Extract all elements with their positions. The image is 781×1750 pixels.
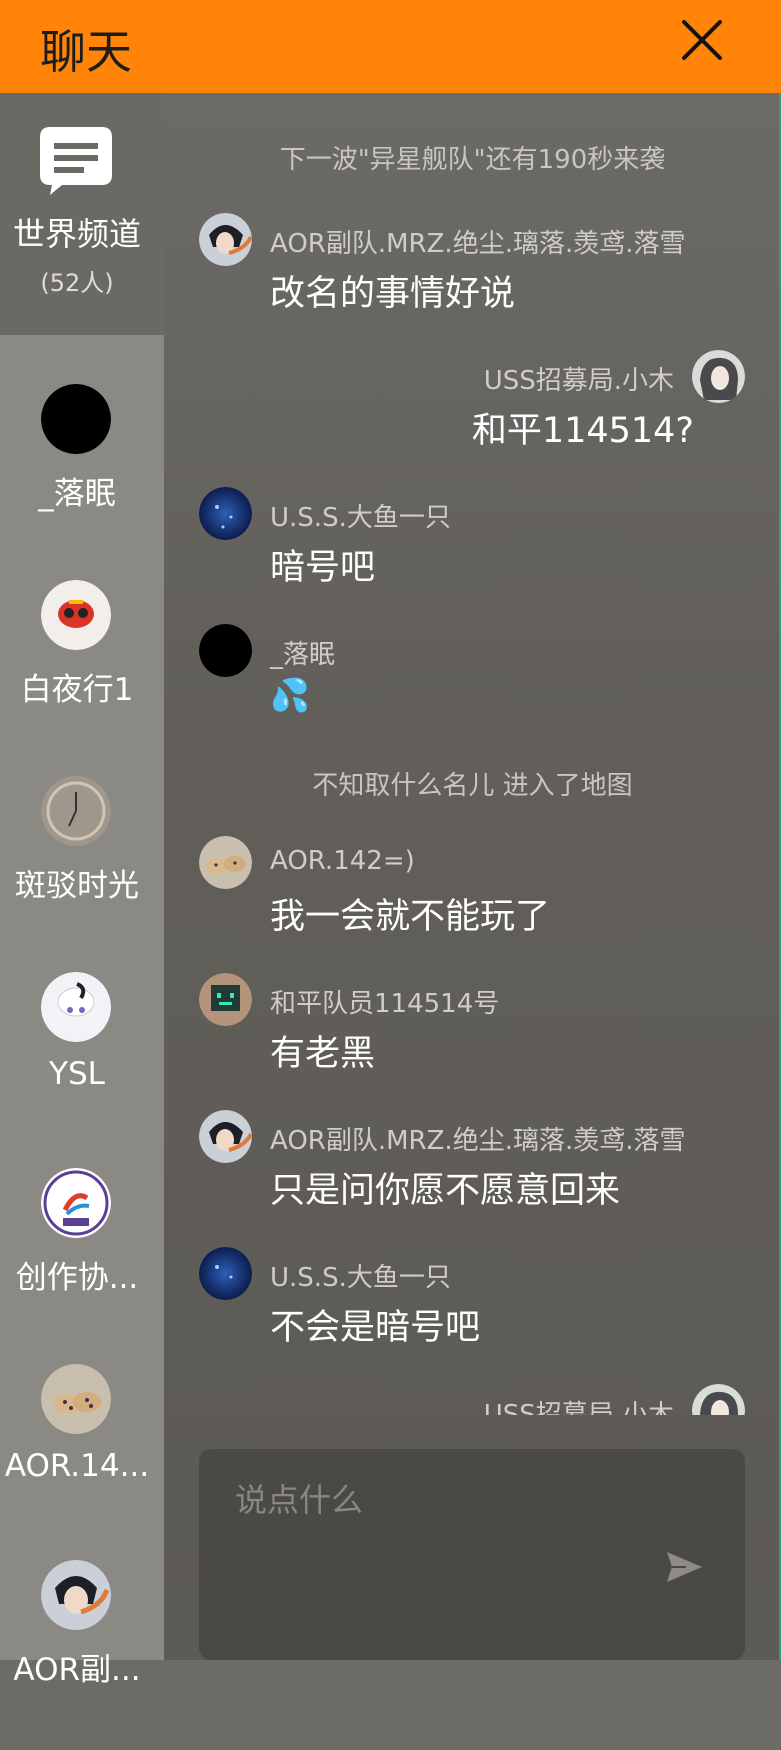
message-sender: AOR副队.MRZ.绝尘.璃落.羡鸢.落雪 <box>270 1126 686 1156</box>
message-text: 有老黑 <box>270 1034 376 1074</box>
avatar <box>41 1364 111 1434</box>
message-sender: USS招募局.小木 <box>483 366 674 396</box>
message-item: AOR副队.MRZ.绝尘.璃落.羡鸢.落雪 只是问你愿不愿意回来 <box>164 1110 781 1230</box>
contact-name: 创作协... <box>15 1260 139 1296</box>
message-text: 我一会就不能玩了 <box>270 897 551 937</box>
contact-item[interactable]: AOR副... <box>0 1560 154 1750</box>
avatar <box>41 384 111 454</box>
contact-name: YSL <box>49 1056 105 1092</box>
contact-item[interactable]: 斑驳时光 <box>0 776 154 966</box>
world-channel-label: 世界频道 <box>12 215 141 253</box>
avatar <box>41 1168 111 1238</box>
message-text: 和平114514? <box>471 411 694 451</box>
avatar[interactable] <box>199 213 252 266</box>
message-text: 改名的事情好说 <box>270 274 516 314</box>
channel-sidebar: 世界频道 (52人) _落眠 白夜行1 斑驳时光 YSL 创作协... AOR.… <box>0 93 164 1688</box>
avatar[interactable] <box>199 1110 252 1163</box>
message-item: U.S.S.大鱼一只 暗号吧 <box>164 487 781 607</box>
avatar[interactable] <box>199 1247 252 1300</box>
contact-name: 斑驳时光 <box>15 868 139 904</box>
chat-panel: 下一波"异星舰队"还有190秒来袭 AOR副队.MRZ.绝尘.璃落.羡鸢.落雪 … <box>164 93 781 1660</box>
contact-item[interactable]: YSL <box>0 972 154 1162</box>
message-item: _落眠 💦 <box>164 624 781 744</box>
world-channel-count: (52人) <box>40 269 114 297</box>
message-text: 不会是暗号吧 <box>270 1308 481 1348</box>
close-icon[interactable] <box>680 18 724 62</box>
message-list[interactable]: 下一波"异星舰队"还有190秒来袭 AOR副队.MRZ.绝尘.璃落.羡鸢.落雪 … <box>164 93 781 1415</box>
message-text: 暗号吧 <box>270 548 376 588</box>
contact-name: 白夜行1 <box>20 672 134 708</box>
message-sender: U.S.S.大鱼一只 <box>270 1263 451 1293</box>
message-sender: U.S.S.大鱼一只 <box>270 503 451 533</box>
avatar[interactable] <box>199 487 252 540</box>
contact-item[interactable]: _落眠 <box>0 384 154 574</box>
message-item: USS招募局.小木 <box>164 1384 781 1415</box>
message-item: AOR副队.MRZ.绝尘.璃落.羡鸢.落雪 改名的事情好说 <box>164 213 781 333</box>
avatar[interactable] <box>199 836 252 889</box>
system-notice: 下一波"异星舰队"还有190秒来袭 <box>279 145 666 175</box>
chat-app: 聊天 世界频道 (52人) _落眠 白夜行1 斑驳时光 YSL 创作协... A… <box>0 0 781 1688</box>
contact-name: _落眠 <box>38 476 116 512</box>
message-sender: 和平队员114514号 <box>270 989 500 1019</box>
avatar <box>41 580 111 650</box>
contact-item[interactable]: 白夜行1 <box>0 580 154 770</box>
avatar <box>41 1560 111 1630</box>
chat-bubble-icon <box>40 127 112 195</box>
input-placeholder: 说点什么 <box>235 1481 364 1519</box>
contact-item[interactable]: AOR.14... <box>0 1364 154 1554</box>
contact-name: AOR.14... <box>4 1448 150 1484</box>
header-bar: 聊天 <box>0 0 781 93</box>
avatar <box>41 776 111 846</box>
message-sender: _落眠 <box>270 640 336 670</box>
message-item: USS招募局.小木 和平114514? <box>164 350 781 470</box>
message-item: 和平队员114514号 有老黑 <box>164 973 781 1093</box>
contact-item[interactable]: 创作协... <box>0 1168 154 1358</box>
avatar[interactable] <box>692 1384 745 1415</box>
avatar[interactable] <box>199 624 252 677</box>
message-item: AOR.142=) 我一会就不能玩了 <box>164 836 781 956</box>
message-item: U.S.S.大鱼一只 不会是暗号吧 <box>164 1247 781 1367</box>
message-input[interactable]: 说点什么 <box>199 1449 745 1660</box>
sweat-drops-emoji: 💦 <box>270 676 310 714</box>
send-icon[interactable] <box>664 1547 704 1587</box>
avatar[interactable] <box>692 350 745 403</box>
contact-name: AOR副... <box>13 1652 141 1688</box>
avatar <box>41 972 111 1042</box>
avatar[interactable] <box>199 973 252 1026</box>
message-sender: AOR.142=) <box>270 846 415 876</box>
world-channel-tab[interactable]: 世界频道 (52人) <box>0 93 164 335</box>
message-text: 只是问你愿不愿意回来 <box>270 1171 621 1211</box>
message-sender: USS招募局.小木 <box>483 1400 674 1415</box>
system-notice: 不知取什么名儿 进入了地图 <box>312 771 633 801</box>
page-title: 聊天 <box>40 25 132 79</box>
message-sender: AOR副队.MRZ.绝尘.璃落.羡鸢.落雪 <box>270 229 686 259</box>
